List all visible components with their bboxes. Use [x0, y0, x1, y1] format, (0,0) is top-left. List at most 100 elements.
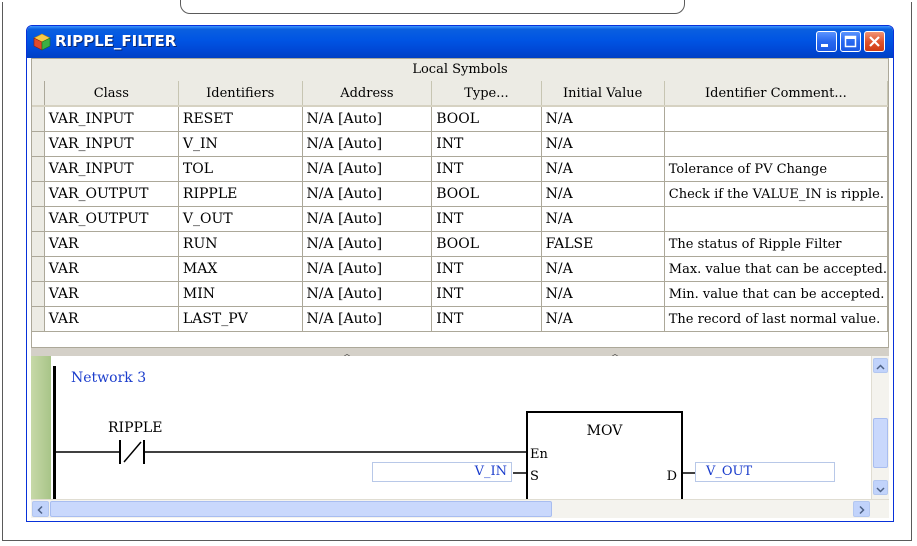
cell-type[interactable]: BOOL	[431, 106, 542, 132]
cell-identifier[interactable]: MAX	[178, 256, 303, 282]
cell-class[interactable]: VAR_OUTPUT	[44, 181, 179, 207]
row-header[interactable]	[32, 281, 45, 307]
cell-initial-value[interactable]: N/A	[541, 156, 665, 182]
table-row[interactable]: VAR LAST_PV N/A [Auto] INT N/A The record of …	[32, 306, 888, 332]
row-header[interactable]	[32, 256, 45, 282]
cell-initial-value[interactable]: N/A	[541, 181, 665, 207]
cell-type[interactable]: INT	[431, 156, 542, 182]
row-header[interactable]	[32, 231, 45, 257]
cell-address[interactable]: N/A [Auto]	[302, 106, 433, 132]
cell-address[interactable]: N/A [Auto]	[302, 281, 433, 307]
cell-type[interactable]: INT	[431, 131, 542, 157]
cell-initial-value[interactable]: N/A	[541, 131, 665, 157]
column-header-initial-value[interactable]: Initial Value	[541, 81, 665, 107]
cell-address[interactable]: N/A [Auto]	[302, 306, 433, 332]
cell-class[interactable]: VAR_OUTPUT	[44, 206, 179, 232]
row-header[interactable]	[32, 156, 45, 182]
cell-identifier[interactable]: RUN	[178, 231, 303, 257]
ladder-editor[interactable]: Network 3 RIPPLE V_IN MOV En S D V_OUT	[31, 356, 889, 499]
row-header[interactable]	[32, 131, 45, 157]
scroll-down-button[interactable]	[873, 480, 888, 495]
cell-initial-value[interactable]: N/A	[541, 281, 665, 307]
arrow-down-icon	[876, 487, 885, 493]
cell-initial-value[interactable]: FALSE	[541, 231, 665, 257]
cell-identifier[interactable]: V_OUT	[178, 206, 303, 232]
cell-type[interactable]: INT	[431, 206, 542, 232]
cell-comment[interactable]	[664, 206, 888, 232]
input-operand-field[interactable]: V_IN	[372, 462, 512, 482]
panel-splitter[interactable]: ︿ ︿	[31, 348, 889, 358]
cell-comment[interactable]: Max. value that can be accepted.	[664, 256, 888, 282]
cell-class[interactable]: VAR_INPUT	[44, 131, 179, 157]
cell-address[interactable]: N/A [Auto]	[302, 156, 433, 182]
horizontal-scrollbar[interactable]	[31, 499, 889, 518]
title-bar[interactable]: RIPPLE_FILTER	[27, 26, 893, 58]
scroll-left-button[interactable]	[32, 501, 49, 517]
table-header-row: Class Identifiers Address Type... Initia…	[32, 81, 888, 107]
table-row[interactable]: VAR_INPUT V_IN N/A [Auto] INT N/A	[32, 131, 888, 157]
output-operand-field[interactable]: V_OUT	[695, 462, 835, 482]
cell-identifier[interactable]: RIPPLE	[178, 181, 303, 207]
cell-class[interactable]: VAR	[44, 281, 179, 307]
cell-identifier[interactable]: V_IN	[178, 131, 303, 157]
vertical-scrollbar[interactable]	[871, 356, 889, 499]
cell-comment[interactable]	[664, 131, 888, 157]
cell-identifier[interactable]: MIN	[178, 281, 303, 307]
cell-address[interactable]: N/A [Auto]	[302, 181, 433, 207]
cell-type[interactable]: INT	[431, 306, 542, 332]
cell-type[interactable]: BOOL	[431, 181, 542, 207]
cell-class[interactable]: VAR	[44, 231, 179, 257]
arrow-right-icon	[859, 505, 865, 515]
cell-comment[interactable]	[664, 106, 888, 132]
cell-identifier[interactable]: LAST_PV	[178, 306, 303, 332]
cell-initial-value[interactable]: N/A	[541, 206, 665, 232]
cell-comment[interactable]: The record of last normal value.	[664, 306, 888, 332]
cell-type[interactable]: INT	[431, 256, 542, 282]
cell-comment[interactable]: Min. value that can be accepted.	[664, 281, 888, 307]
cell-initial-value[interactable]: N/A	[541, 306, 665, 332]
cell-identifier[interactable]: TOL	[178, 156, 303, 182]
table-row[interactable]: VAR MIN N/A [Auto] INT N/A Min. value that ca…	[32, 281, 888, 307]
row-header[interactable]	[32, 181, 45, 207]
cell-comment[interactable]: Check if the VALUE_IN is ripple.	[664, 181, 888, 207]
cell-address[interactable]: N/A [Auto]	[302, 131, 433, 157]
cell-address[interactable]: N/A [Auto]	[302, 256, 433, 282]
column-header-type[interactable]: Type...	[431, 81, 542, 107]
table-row[interactable]: VAR_INPUT TOL N/A [Auto] INT N/A Tolerance of…	[32, 156, 888, 182]
cell-comment[interactable]: The status of Ripple Filter	[664, 231, 888, 257]
table-row[interactable]: VAR RUN N/A [Auto] BOOL FALSE The status of R…	[32, 231, 888, 257]
cell-address[interactable]: N/A [Auto]	[302, 231, 433, 257]
cell-type[interactable]: BOOL	[431, 231, 542, 257]
cell-comment[interactable]: Tolerance of PV Change	[664, 156, 888, 182]
cell-initial-value[interactable]: N/A	[541, 256, 665, 282]
table-row[interactable]: VAR_OUTPUT V_OUT N/A [Auto] INT N/A	[32, 206, 888, 232]
minimize-button[interactable]	[816, 31, 837, 52]
column-header-class[interactable]: Class	[44, 81, 179, 107]
cell-class[interactable]: VAR	[44, 256, 179, 282]
vertical-scroll-thumb[interactable]	[873, 418, 888, 468]
row-header[interactable]	[32, 206, 45, 232]
cell-identifier[interactable]: RESET	[178, 106, 303, 132]
cell-address[interactable]: N/A [Auto]	[302, 206, 433, 232]
window-title: RIPPLE_FILTER	[55, 32, 177, 50]
horizontal-scroll-thumb[interactable]	[50, 501, 552, 517]
row-header[interactable]	[32, 106, 45, 132]
table-row[interactable]: VAR_INPUT RESET N/A [Auto] BOOL N/A	[32, 106, 888, 132]
scroll-up-button[interactable]	[873, 358, 888, 373]
cell-type[interactable]: INT	[431, 281, 542, 307]
block-name: MOV	[586, 423, 623, 439]
cell-class[interactable]: VAR_INPUT	[44, 156, 179, 182]
column-header-identifier-comment[interactable]: Identifier Comment...	[664, 81, 888, 107]
column-header-identifiers[interactable]: Identifiers	[178, 81, 303, 107]
table-row[interactable]: VAR_OUTPUT RIPPLE N/A [Auto] BOOL N/A Check i…	[32, 181, 888, 207]
cell-class[interactable]: VAR	[44, 306, 179, 332]
cell-class[interactable]: VAR_INPUT	[44, 106, 179, 132]
row-header[interactable]	[32, 306, 45, 332]
maximize-button[interactable]	[840, 31, 861, 52]
scroll-right-button[interactable]	[853, 501, 870, 517]
mov-function-block[interactable]: MOV En S D	[526, 411, 683, 499]
table-row[interactable]: VAR MAX N/A [Auto] INT N/A Max. value that ca…	[32, 256, 888, 282]
column-header-address[interactable]: Address	[302, 81, 433, 107]
close-button[interactable]	[864, 31, 885, 52]
cell-initial-value[interactable]: N/A	[541, 106, 665, 132]
